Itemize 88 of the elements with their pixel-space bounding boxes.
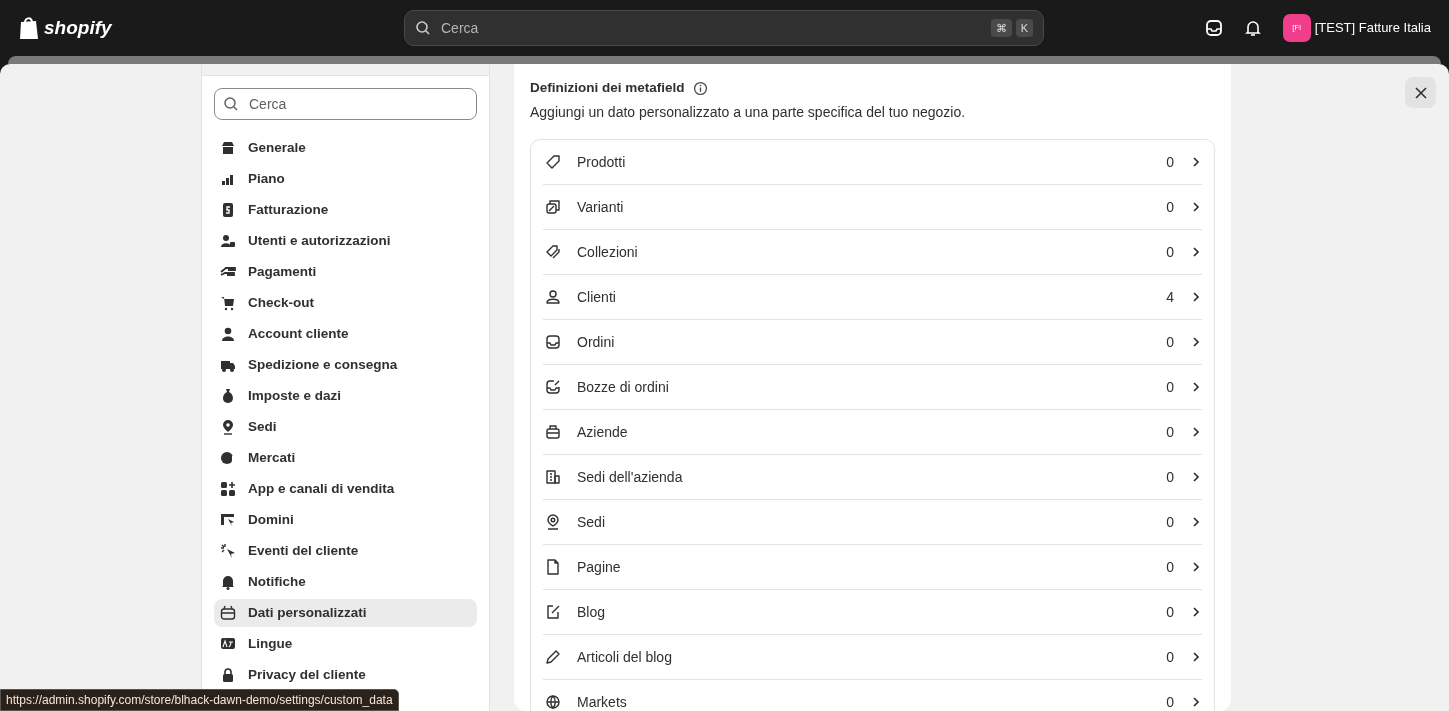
page-icon [545,559,561,576]
section-description: Aggiungi un dato personalizzato a una parte specifica del tuo negozio. [530,103,967,123]
tag-icon [545,154,561,171]
lock-icon [220,667,236,683]
layers-icon [545,199,561,216]
chevron-right-icon [1190,246,1202,259]
metafield-row[interactable]: Prodotti 0 [543,140,1202,186]
metafield-row[interactable]: Clienti 4 [543,275,1202,321]
inbox-edit-icon [545,379,561,396]
browser-icon [220,512,236,528]
bell-icon [220,574,236,590]
sidebar-item[interactable]: Lingue [214,630,477,658]
chevron-right-icon [1190,606,1202,619]
cursor-click-icon [220,543,236,559]
shortcut-key: ⌘ [990,18,1012,38]
bell-icon[interactable] [1244,19,1261,37]
store-name[interactable]: [TEST] Fatture Italia [1314,18,1431,38]
metafield-row[interactable]: Aziende 0 [543,410,1202,456]
users-icon [220,233,236,249]
money-bag-icon [220,388,236,404]
sidebar-item[interactable]: Spedizione e consegna [214,351,477,379]
sidebar-item[interactable]: Privacy del cliente [214,661,477,689]
metafield-row[interactable]: Blog 0 [543,590,1202,636]
metafield-row[interactable]: Ordini 0 [543,320,1202,366]
metafield-row[interactable]: Articoli del blog 0 [543,635,1202,681]
sidebar-item[interactable]: Imposte e dazi [214,382,477,410]
chevron-right-icon [1190,336,1202,349]
close-icon [1414,86,1427,99]
chevron-right-icon [1190,651,1202,664]
metafield-row[interactable]: Pagine 0 [543,545,1202,591]
close-button[interactable] [1405,77,1436,108]
building-icon [545,469,561,486]
search-icon [223,96,239,112]
sidebar-item[interactable]: Domini [214,506,477,534]
briefcase-icon [545,424,561,441]
translate-icon [220,636,236,652]
sidebar-item[interactable]: Mercati [214,444,477,472]
sidebar-item[interactable]: Sedi [214,413,477,441]
chevron-right-icon [1190,471,1202,484]
info-icon[interactable] [692,80,708,96]
shortcut-key: K [1015,18,1033,38]
sidebar-item[interactable]: App e canali di vendita [214,475,477,503]
chevron-right-icon [1190,291,1202,304]
map-pin-icon [220,419,236,435]
logo-text: shopify [44,15,112,40]
sidebar-item[interactable]: Dati personalizzati [214,599,477,627]
apps-icon [220,481,236,497]
metafield-row[interactable]: Varianti 0 [543,185,1202,231]
sidebar-item[interactable]: Piano [214,165,477,193]
metafield-row[interactable]: Bozze di ordini 0 [543,365,1202,411]
sidebar-item[interactable]: Fatturazione [214,196,477,224]
chevron-right-icon [1190,561,1202,574]
status-url: https://admin.shopify.com/store/blhack-dawn-demo/settings/custom_data [0,689,399,711]
store-icon [220,140,236,156]
chevron-right-icon [1190,156,1202,169]
sidebar-item[interactable]: Utenti e autorizzazioni [214,227,477,255]
metafield-row[interactable]: Sedi 0 [543,500,1202,546]
metafield-row[interactable]: Markets 0 [543,680,1202,711]
chevron-right-icon [1190,201,1202,214]
sidebar-item[interactable]: Pagamenti [214,258,477,286]
chevron-right-icon [1190,381,1202,394]
search-icon [415,20,431,36]
cart-icon [220,295,236,311]
sidebar-item[interactable]: Check-out [214,289,477,317]
chevron-right-icon [1190,426,1202,439]
sidebar-item[interactable]: Eventi del cliente [214,537,477,565]
chevron-right-icon [1190,516,1202,529]
search-field[interactable]: Cerca [214,88,477,120]
metafield-row[interactable]: Sedi dell'azienda 0 [543,455,1202,501]
inbox-icon [545,334,561,351]
pencil-icon [545,649,561,666]
sidebar-item[interactable]: Notifiche [214,568,477,596]
shopping-bag-icon [18,16,40,40]
inbox-icon[interactable] [1204,19,1223,37]
search-input[interactable]: Cerca [439,16,983,40]
sidebar-item[interactable]: Account cliente [214,320,477,348]
map-pin-icon [545,514,561,531]
sidebar-item[interactable]: Generale [214,134,477,162]
person-icon [220,326,236,342]
receipt-icon [220,202,236,218]
tags-icon [545,244,561,261]
metafield-row[interactable]: Collezioni 0 [543,230,1202,276]
search-field[interactable]: Cerca ⌘ K [404,10,1044,46]
store-avatar[interactable]: [Fi [1282,14,1311,42]
chevron-right-icon [1190,696,1202,709]
person-icon [545,289,561,306]
section-title: Definizioni dei metafield [530,79,685,97]
note-edit-icon [545,604,561,621]
